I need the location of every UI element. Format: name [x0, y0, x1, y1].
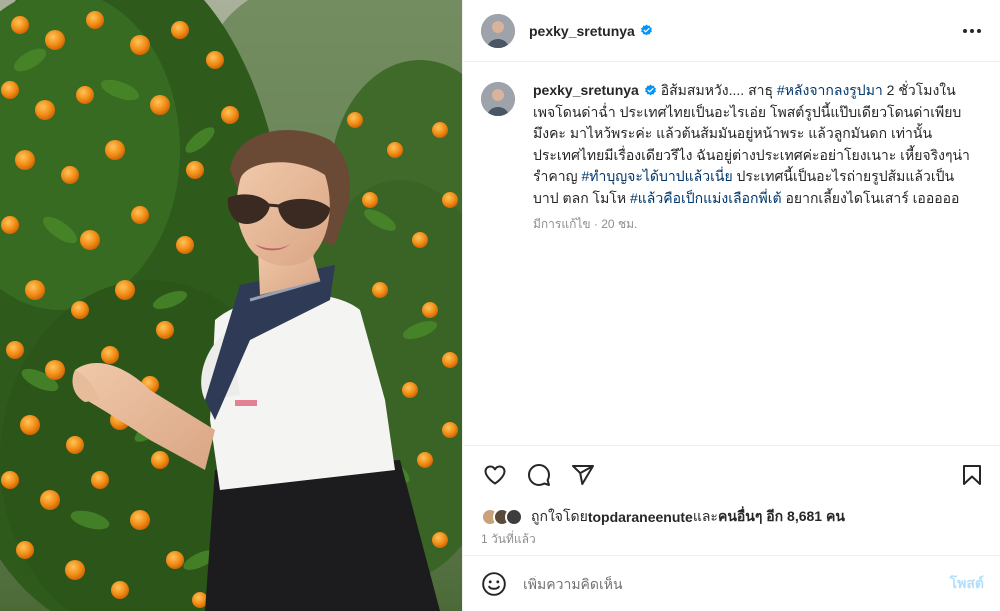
more-dot-icon	[970, 28, 974, 33]
like-button[interactable]	[481, 461, 509, 489]
likes-prefix: ถูกใจโดย	[531, 508, 588, 524]
caption-username[interactable]: pexky_sretunya	[533, 82, 639, 98]
post-header: pexky_sretunya	[463, 0, 1000, 62]
comment-icon	[528, 463, 550, 486]
caption-segment: อยากเลี้ยงไดโนเสาร์ เอออออ	[781, 189, 960, 206]
share-icon	[572, 464, 594, 485]
avatar-image	[481, 82, 515, 116]
likes-summary: ถูกใจโดย topdaraneenute และ คนอื่นๆ อีก 8…	[463, 503, 1000, 531]
likes-others-link[interactable]: คนอื่นๆ อีก 8,681 คน	[718, 506, 845, 528]
save-button[interactable]	[958, 461, 986, 489]
verified-badge-icon	[644, 84, 656, 96]
verified-badge-icon	[640, 24, 652, 36]
caption-body: pexky_sretunya อิส้มสมหวัง.... สาธุ #หลั…	[533, 80, 973, 236]
author-avatar[interactable]	[481, 13, 515, 48]
emoji-icon[interactable]	[481, 571, 507, 597]
caption-meta: มีการแก้ไข · 20 ชม.	[533, 217, 638, 231]
caption-avatar[interactable]	[481, 82, 515, 116]
hashtag-link[interactable]: #ทำบุญจะได้บาปแล้วเนี่ย	[581, 168, 732, 184]
heart-icon	[484, 465, 506, 484]
share-button[interactable]	[569, 461, 597, 489]
liker-avatars	[481, 508, 523, 526]
post-comment-button[interactable]: โพสต์	[950, 573, 984, 595]
post-photo[interactable]	[0, 0, 462, 611]
comment-input[interactable]	[523, 575, 950, 592]
post-timestamp[interactable]: 1 วันที่แล้ว	[463, 531, 1000, 555]
action-bar	[463, 445, 1000, 503]
comment-button[interactable]	[525, 461, 553, 489]
comments-area: pexky_sretunya อิส้มสมหวัง.... สาธุ #หลั…	[463, 62, 1000, 445]
comment-composer: โพสต์	[463, 555, 1000, 611]
hashtag-link[interactable]: #แล้วคือเป็กแม่งเลือกพี่เต้	[630, 190, 782, 206]
post-details-panel: pexky_sretunya pexky_sretunya อิส้มสมหวั…	[462, 0, 1000, 611]
avatar-image	[481, 13, 515, 48]
bookmark-icon	[963, 464, 981, 485]
caption-segment: อิส้มสมหวัง.... สาธุ	[656, 82, 777, 98]
liker-avatar	[505, 508, 523, 526]
caption: pexky_sretunya อิส้มสมหวัง.... สาธุ #หลั…	[481, 80, 984, 236]
more-options-button[interactable]	[960, 19, 984, 43]
more-dot-icon	[977, 28, 981, 33]
hashtag-link[interactable]: #หลังจากลงรูปมา	[777, 82, 883, 98]
author-username[interactable]: pexky_sretunya	[529, 23, 635, 39]
liker-username[interactable]: topdaraneenute	[588, 509, 693, 525]
caption-text: pexky_sretunya อิส้มสมหวัง.... สาธุ #หลั…	[533, 80, 973, 209]
likes-and: และ	[692, 508, 718, 524]
post-image	[0, 0, 462, 611]
more-dot-icon	[963, 28, 967, 33]
instagram-post-modal: pexky_sretunya pexky_sretunya อิส้มสมหวั…	[0, 0, 1000, 611]
